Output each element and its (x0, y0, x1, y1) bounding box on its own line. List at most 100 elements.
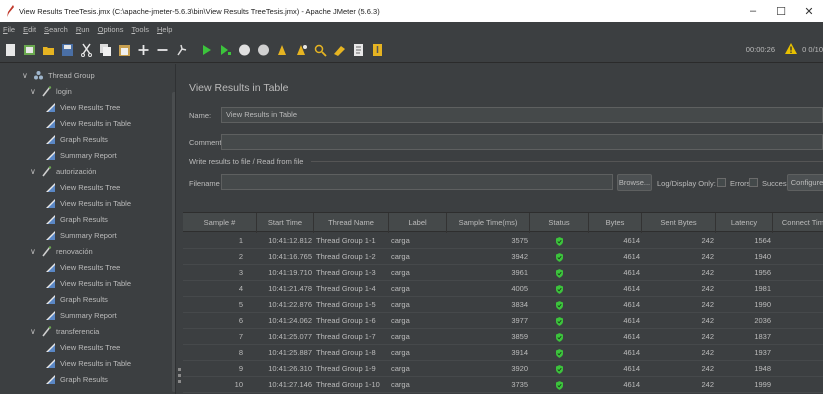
tree-item-listener[interactable]: View Results Tree (45, 179, 175, 195)
tree-item-sampler[interactable]: ∨ transferencia (30, 323, 175, 339)
cell-label: carga (391, 268, 410, 277)
cell-n: 3 (238, 268, 243, 277)
close-button[interactable]: ✕ (795, 0, 823, 22)
tree-item-sampler[interactable]: ∨ login (30, 83, 175, 99)
cell-connect-time (773, 297, 823, 313)
tree-item-listener[interactable]: Graph Results (45, 371, 175, 387)
tree-item-listener[interactable]: Summary Report (45, 227, 175, 243)
split-divider[interactable] (175, 64, 183, 394)
column-header[interactable]: Sent Bytes (642, 213, 716, 233)
column-header[interactable]: Bytes (589, 213, 642, 233)
column-header[interactable]: Sample # (183, 213, 257, 233)
name-field[interactable]: View Results in Table (221, 107, 823, 123)
toggle-icon[interactable] (174, 42, 188, 58)
tree-item-sampler[interactable]: ∨ autorización (30, 163, 175, 179)
column-header[interactable]: Sample Time(ms) (447, 213, 530, 233)
expand-icon[interactable] (136, 42, 150, 58)
listener-icon (45, 358, 56, 369)
table-row[interactable]: 2 10:41:16.765 Thread Group 1-2 carga 3942 46… (183, 249, 823, 265)
tree-item-listener[interactable]: View Results in Table (45, 115, 175, 131)
menu-search[interactable]: Search (44, 25, 68, 34)
table-row[interactable]: 4 10:41:21.478 Thread Group 1-4 carga 4005 46… (183, 281, 823, 297)
cell-bytes: 4614 (623, 252, 640, 261)
listener-icon (45, 198, 56, 209)
column-header[interactable]: Start Time (257, 213, 314, 233)
column-header[interactable]: Latency (716, 213, 773, 233)
successes-checkbox[interactable] (749, 178, 758, 187)
new-icon[interactable] (3, 42, 17, 58)
table-row[interactable]: 6 10:41:24.062 Thread Group 1-6 carga 3977 46… (183, 313, 823, 329)
comments-field[interactable] (221, 134, 823, 150)
menu-help[interactable]: Help (157, 25, 172, 34)
menu-options[interactable]: Options (98, 25, 124, 34)
function-helper-icon[interactable] (351, 42, 365, 58)
table-row[interactable]: 9 10:41:26.310 Thread Group 1-9 carga 3920 46… (183, 361, 823, 377)
chevron-down-icon[interactable]: ∨ (30, 327, 38, 336)
tree-item-listener[interactable]: View Results Tree (45, 339, 175, 355)
table-row[interactable]: 5 10:41:22.876 Thread Group 1-5 carga 3834 46… (183, 297, 823, 313)
table-row[interactable]: 1 10:41:12.812 Thread Group 1-1 carga 3575 46… (183, 233, 823, 249)
menu-run[interactable]: Run (76, 25, 90, 34)
save-icon[interactable] (60, 42, 74, 58)
tree-item-sampler[interactable]: ∨ renovación (30, 243, 175, 259)
errors-checkbox[interactable] (717, 178, 726, 187)
tree-item-listener[interactable]: View Results in Table (45, 195, 175, 211)
cell-latency: 1956 (754, 268, 771, 277)
clear-all-icon[interactable] (294, 42, 308, 58)
cell-start: 10:41:19.710 (268, 268, 312, 277)
paste-icon[interactable] (117, 42, 131, 58)
jmeter-feather-icon (7, 5, 14, 17)
configure-button[interactable]: Configure (787, 174, 823, 191)
tree-item-listener[interactable]: View Results Tree (45, 99, 175, 115)
cell-sent: 242 (701, 364, 714, 373)
chevron-down-icon[interactable]: ∨ (30, 247, 38, 256)
tree-item-label: autorización (56, 166, 97, 176)
cell-sent: 242 (701, 268, 714, 277)
tree-item-listener[interactable]: Summary Report (45, 147, 175, 163)
chevron-down-icon[interactable]: ∨ (22, 71, 30, 80)
collapse-icon[interactable] (155, 42, 169, 58)
minimize-button[interactable]: – (739, 0, 767, 22)
warning-icon[interactable] (785, 43, 797, 54)
copy-icon[interactable] (98, 42, 112, 58)
search-icon[interactable] (313, 42, 327, 58)
column-header[interactable]: Status (530, 213, 589, 233)
shutdown-icon[interactable] (256, 42, 270, 58)
tree-item-listener[interactable]: View Results in Table (45, 355, 175, 371)
cell-label: carga (391, 252, 410, 261)
maximize-button[interactable]: ☐ (767, 0, 795, 22)
tree-item-listener[interactable]: Graph Results (45, 211, 175, 227)
menu-file[interactable]: File (3, 25, 15, 34)
column-header[interactable]: Connect Time(ms) (773, 213, 823, 233)
stop-icon[interactable] (237, 42, 251, 58)
tree-item-listener[interactable]: Summary Report (45, 307, 175, 323)
table-row[interactable]: 8 10:41:25.887 Thread Group 1-8 carga 3914 46… (183, 345, 823, 361)
table-row[interactable]: 3 10:41:19.710 Thread Group 1-3 carga 3961 46… (183, 265, 823, 281)
browse-button[interactable]: Browse... (617, 174, 652, 191)
start-no-pause-icon[interactable] (218, 42, 232, 58)
tree-item-listener[interactable]: Graph Results (45, 291, 175, 307)
help-icon[interactable] (370, 42, 384, 58)
tree-item-listener[interactable]: Graph Results (45, 131, 175, 147)
chevron-down-icon[interactable]: ∨ (30, 87, 38, 96)
table-row[interactable]: 10 10:41:27.146 Thread Group 1-10 carga 3735… (183, 377, 823, 393)
tree-item-listener[interactable]: View Results Tree (45, 259, 175, 275)
chevron-down-icon[interactable]: ∨ (30, 167, 38, 176)
cut-icon[interactable] (79, 42, 93, 58)
filename-field[interactable] (221, 174, 613, 190)
column-header[interactable]: Thread Name (314, 213, 389, 233)
menu-edit[interactable]: Edit (23, 25, 36, 34)
clear-icon[interactable] (275, 42, 289, 58)
tree-item-thread-group[interactable]: ∨ Thread Group (22, 67, 175, 83)
column-header[interactable]: Label (389, 213, 447, 233)
start-icon[interactable] (199, 42, 213, 58)
templates-icon[interactable] (22, 42, 36, 58)
reset-search-icon[interactable] (332, 42, 346, 58)
tree-item-listener[interactable]: View Results in Table (45, 275, 175, 291)
table-row[interactable]: 7 10:41:25.077 Thread Group 1-7 carga 3859 46… (183, 329, 823, 345)
open-icon[interactable] (41, 42, 55, 58)
results-table: Sample # Start Time Thread Name Label Sample… (183, 212, 823, 394)
listener-icon (45, 214, 56, 225)
cell-sent: 242 (701, 316, 714, 325)
menu-tools[interactable]: Tools (131, 25, 149, 34)
